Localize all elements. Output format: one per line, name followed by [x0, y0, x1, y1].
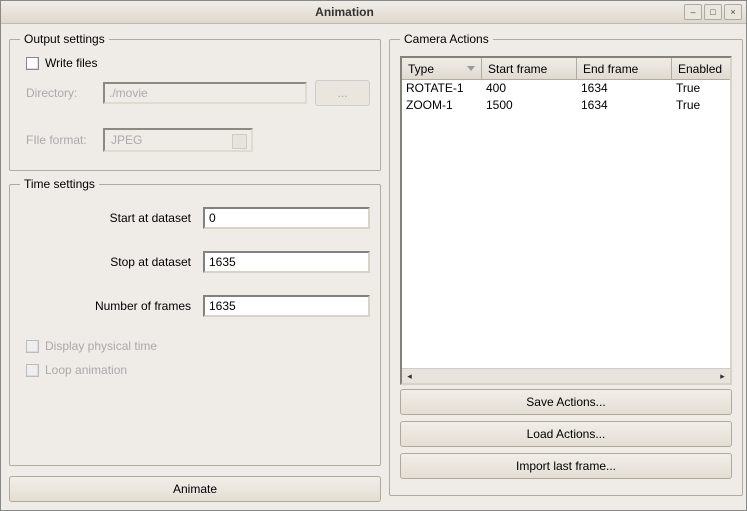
write-files-checkbox[interactable]: [26, 57, 39, 70]
camera-actions-group: Camera Actions Type Start frame End fram…: [389, 32, 743, 496]
time-settings-group: Time settings Start at dataset Stop at d…: [9, 177, 381, 466]
content-area: Output settings Write files Directory: .…: [1, 24, 746, 510]
file-format-select: JPEG: [103, 128, 253, 152]
col-enabled-header[interactable]: Enabled: [672, 58, 730, 79]
actions-table: Type Start frame End frame Enabled ROTAT…: [400, 56, 732, 385]
file-format-row: FIle format: JPEG: [20, 128, 370, 152]
camera-actions-legend: Camera Actions: [400, 32, 493, 46]
cell-enabled: True: [672, 80, 730, 97]
sort-indicator-icon: [467, 66, 475, 71]
write-files-label: Write files: [45, 56, 97, 70]
directory-row: Directory: ...: [20, 80, 370, 106]
loop-row: Loop animation: [20, 363, 370, 377]
cell-type: ROTATE-1: [402, 80, 482, 97]
right-column: Camera Actions Type Start frame End fram…: [389, 32, 743, 502]
frames-row: Number of frames: [20, 295, 370, 317]
titlebar: Animation – □ ×: [1, 1, 746, 24]
cell-start: 400: [482, 80, 577, 97]
cell-end: 1634: [577, 80, 672, 97]
cell-type: ZOOM-1: [402, 97, 482, 114]
table-body[interactable]: ROTATE-1 400 1634 True ZOOM-1 1500 1634 …: [402, 80, 730, 368]
col-type-header[interactable]: Type: [402, 58, 482, 79]
output-settings-legend: Output settings: [20, 32, 109, 46]
start-dataset-label: Start at dataset: [20, 211, 195, 225]
stop-dataset-input[interactable]: [203, 251, 370, 273]
table-row[interactable]: ZOOM-1 1500 1634 True: [402, 97, 730, 114]
close-button[interactable]: ×: [724, 4, 742, 20]
display-physical-label: Display physical time: [45, 339, 157, 353]
start-dataset-row: Start at dataset: [20, 207, 370, 229]
animation-window: Animation – □ × Output settings Write fi…: [0, 0, 747, 511]
load-actions-button[interactable]: Load Actions...: [400, 421, 732, 447]
loop-checkbox: [26, 364, 39, 377]
stop-dataset-row: Stop at dataset: [20, 251, 370, 273]
import-last-frame-button[interactable]: Import last frame...: [400, 453, 732, 479]
directory-label: Directory:: [20, 86, 95, 100]
cell-start: 1500: [482, 97, 577, 114]
display-physical-checkbox: [26, 340, 39, 353]
file-format-value: JPEG: [111, 133, 142, 147]
animate-button[interactable]: Animate: [9, 476, 381, 502]
scroll-right-icon[interactable]: ▸: [715, 369, 730, 384]
display-physical-row: Display physical time: [20, 339, 370, 353]
stop-dataset-label: Stop at dataset: [20, 255, 195, 269]
col-start-header[interactable]: Start frame: [482, 58, 577, 79]
write-files-row: Write files: [20, 56, 370, 70]
cell-enabled: True: [672, 97, 730, 114]
save-actions-button[interactable]: Save Actions...: [400, 389, 732, 415]
scroll-left-icon[interactable]: ◂: [402, 369, 417, 384]
time-settings-legend: Time settings: [20, 177, 99, 191]
browse-button: ...: [315, 80, 370, 106]
left-column: Output settings Write files Directory: .…: [9, 32, 381, 502]
window-title: Animation: [5, 5, 684, 19]
start-dataset-input[interactable]: [203, 207, 370, 229]
table-header: Type Start frame End frame Enabled: [402, 58, 730, 80]
directory-input: [103, 82, 307, 104]
maximize-button[interactable]: □: [704, 4, 722, 20]
loop-label: Loop animation: [45, 363, 127, 377]
table-row[interactable]: ROTATE-1 400 1634 True: [402, 80, 730, 97]
file-format-label: FIle format:: [20, 133, 95, 147]
minimize-button[interactable]: –: [684, 4, 702, 20]
frames-input[interactable]: [203, 295, 370, 317]
frames-label: Number of frames: [20, 299, 195, 313]
horizontal-scrollbar[interactable]: ◂ ▸: [402, 368, 730, 383]
cell-end: 1634: [577, 97, 672, 114]
col-end-header[interactable]: End frame: [577, 58, 672, 79]
col-type-label: Type: [408, 62, 434, 76]
output-settings-group: Output settings Write files Directory: .…: [9, 32, 381, 171]
window-controls: – □ ×: [684, 4, 742, 20]
